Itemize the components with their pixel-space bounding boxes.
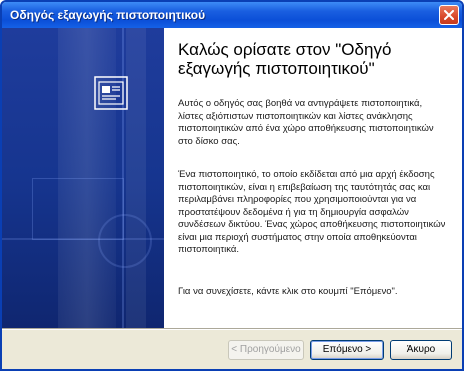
wizard-main-panel: Καλώς ορίσατε στον "Οδηγό εξαγωγής πιστο… <box>178 40 450 297</box>
certificate-description-paragraph: Ένα πιστοποιητικό, το οποίο εκδίδεται απ… <box>178 169 446 255</box>
window-title: Οδηγός εξαγωγής πιστοποιητικού <box>10 8 206 22</box>
cancel-button[interactable]: Άκυρο <box>390 340 452 360</box>
next-button[interactable]: Επόμενο > <box>310 340 384 360</box>
wizard-content: Καλώς ορίσατε στον "Οδηγό εξαγωγής πιστο… <box>2 28 462 328</box>
sidebar-decoration <box>126 28 146 328</box>
button-separator <box>2 328 462 330</box>
close-icon <box>444 10 454 20</box>
back-button[interactable]: < Προηγούμενο <box>228 340 304 360</box>
intro-paragraph: Αυτός ο οδηγός σας βοηθά να αντιγράψετε … <box>178 98 434 147</box>
certificate-export-wizard-window: Οδηγός εξαγωγής πιστοποιητικού Καλώς ορί… <box>0 0 464 371</box>
close-button[interactable] <box>439 5 459 25</box>
continue-instruction: Για να συνεχίσετε, κάντε κλικ στο κουμπί… <box>178 286 398 297</box>
wizard-heading: Καλώς ορίσατε στον "Οδηγό εξαγωγής πιστο… <box>178 40 392 78</box>
wizard-sidebar-graphic <box>2 28 164 328</box>
title-bar[interactable]: Οδηγός εξαγωγής πιστοποιητικού <box>2 2 462 28</box>
certificate-icon <box>94 76 128 110</box>
sidebar-decoration <box>98 214 152 268</box>
